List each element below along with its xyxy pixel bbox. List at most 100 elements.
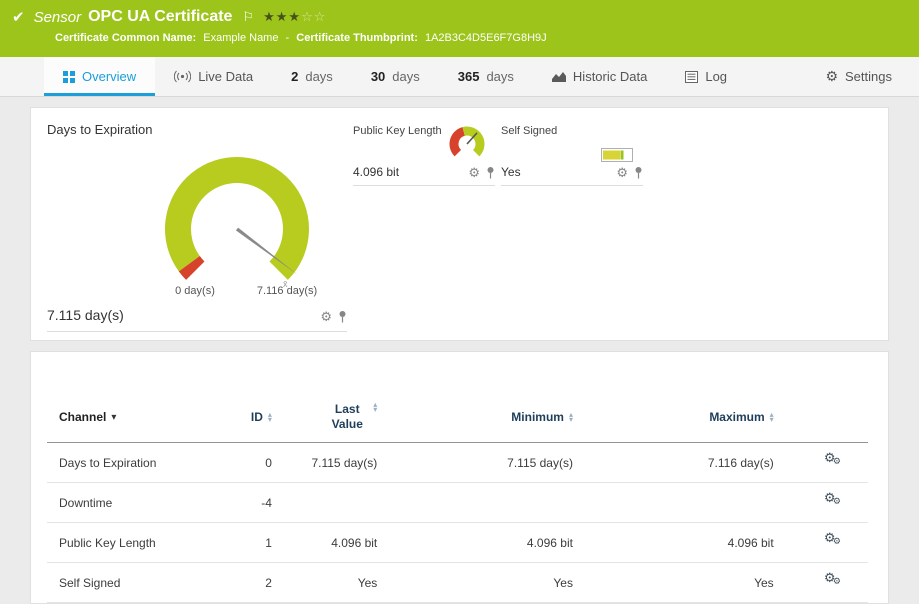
col-header-last-value[interactable]: Last Value ▴▾ — [296, 394, 401, 443]
thumbprint-label: Certificate Thumbprint: — [296, 32, 418, 44]
overview-grid-icon — [63, 71, 75, 83]
tab-label: days — [392, 69, 419, 84]
col-header-actions — [798, 394, 868, 443]
channel-last-value — [296, 483, 401, 523]
channel-minimum: 7.115 day(s) — [401, 443, 597, 483]
channel-name: Downtime — [47, 483, 218, 523]
col-label: Maximum — [709, 410, 764, 424]
tab-label: Historic Data — [573, 69, 647, 84]
table-row: Self Signed 2 Yes Yes Yes ⚙⚙ — [47, 563, 868, 603]
tab-log[interactable]: Log — [666, 57, 746, 96]
gauge-days-to-expiration: Days to Expiration x̄ 0 day(s) 7.116 day… — [47, 122, 347, 332]
channel-maximum: Yes — [597, 563, 798, 603]
gauge-value: Yes — [501, 165, 521, 179]
channel-minimum: Yes — [401, 563, 597, 603]
sensor-header-line1: ✔ Sensor OPC UA Certificate ⚐ ★★★☆☆ — [0, 0, 919, 26]
stars-filled: ★★★ — [263, 9, 301, 24]
tab-overview[interactable]: Overview — [44, 57, 155, 96]
pin-icon[interactable] — [634, 166, 643, 179]
gauge-title: Days to Expiration — [47, 122, 347, 137]
gauge-footer: 4.096 bit ⚙ — [353, 165, 495, 186]
sort-icon: ▴▾ — [569, 412, 573, 422]
log-list-icon — [685, 71, 698, 83]
channel-last-value: Yes — [296, 563, 401, 603]
sort-active-icon: ▾ — [111, 412, 116, 423]
stars-empty: ☆☆ — [301, 9, 326, 24]
tab-settings[interactable]: ⚙ Settings — [806, 57, 911, 96]
sensor-overview-page: ✔ Sensor OPC UA Certificate ⚐ ★★★☆☆ Cert… — [0, 0, 919, 571]
tab-label: Overview — [82, 69, 136, 84]
sort-icon: ▴▾ — [770, 412, 774, 422]
channel-minimum — [401, 483, 597, 523]
channel-name: Self Signed — [47, 563, 218, 603]
gauge-self-signed: Self Signed Yes ⚙ — [501, 122, 643, 186]
tab-365-days[interactable]: 365 days — [439, 57, 533, 96]
common-name-label: Certificate Common Name: — [55, 32, 196, 44]
gauge-title: Self Signed — [501, 122, 643, 137]
tab-number: 30 — [371, 69, 385, 84]
pin-icon[interactable] — [486, 166, 495, 179]
gauge-value: 7.115 day(s) — [47, 307, 124, 323]
self-signed-indicator — [601, 148, 633, 162]
table-header-row: Channel ▾ ID ▴▾ Last Val — [47, 394, 868, 443]
tab-2-days[interactable]: 2 days — [272, 57, 352, 96]
gauge-value: 4.096 bit — [353, 165, 399, 179]
channel-maximum: 7.116 day(s) — [597, 443, 798, 483]
channel-name: Public Key Length — [47, 523, 218, 563]
public-key-gauge-dial — [445, 124, 489, 162]
tab-number: 365 — [458, 69, 480, 84]
channel-id: 0 — [218, 443, 296, 483]
col-label: Minimum — [511, 410, 564, 424]
pin-icon[interactable] — [338, 310, 347, 323]
channel-settings-icon[interactable]: ⚙ — [468, 166, 480, 179]
col-header-maximum[interactable]: Maximum ▴▾ — [597, 394, 798, 443]
sort-icon: ▴▾ — [268, 412, 272, 422]
channel-id: 1 — [218, 523, 296, 563]
priority-flag-icon[interactable]: ⚐ — [242, 9, 254, 25]
gauge-footer: 7.115 day(s) ⚙ — [47, 307, 347, 332]
page-title: OPC UA Certificate — [88, 8, 232, 26]
channel-id: -4 — [218, 483, 296, 523]
tab-label: Live Data — [198, 69, 253, 84]
col-header-minimum[interactable]: Minimum ▴▾ — [401, 394, 597, 443]
sort-icon: ▴▾ — [373, 402, 377, 412]
channel-name: Days to Expiration — [47, 443, 218, 483]
gauge-min-label: 0 day(s) — [175, 285, 215, 297]
channel-settings-icon[interactable]: ⚙⚙ — [823, 533, 843, 549]
tab-bar: Overview Live Data 2 days 30 days 365 da… — [0, 57, 919, 97]
priority-stars[interactable]: ★★★☆☆ — [263, 9, 326, 25]
days-gauge-dial: x̄ — [137, 137, 337, 307]
channels-panel: Channel ▾ ID ▴▾ Last Val — [30, 351, 889, 604]
channel-settings-icon[interactable]: ⚙⚙ — [823, 493, 843, 509]
sensor-kind-label: Sensor — [34, 9, 82, 26]
tab-historic-data[interactable]: Historic Data — [533, 57, 666, 96]
sensor-subtitle: Certificate Common Name: Example Name - … — [0, 26, 919, 44]
channel-id: 2 — [218, 563, 296, 603]
days-gauge-area: x̄ 0 day(s) 7.116 day(s) — [47, 137, 347, 305]
subtitle-separator: - — [286, 32, 290, 44]
table-row: Days to Expiration 0 7.115 day(s) 7.115 … — [47, 443, 868, 483]
tab-label: days — [305, 69, 332, 84]
channel-last-value: 4.096 bit — [296, 523, 401, 563]
tab-live-data[interactable]: Live Data — [155, 57, 272, 96]
channel-settings-icon[interactable]: ⚙⚙ — [823, 453, 843, 469]
channel-maximum — [597, 483, 798, 523]
broadcast-icon — [174, 70, 191, 83]
table-row: Public Key Length 1 4.096 bit 4.096 bit … — [47, 523, 868, 563]
col-label: ID — [251, 410, 263, 424]
gauge-public-key-length: Public Key Length 4.096 bit ⚙ — [353, 122, 495, 186]
tab-label: Log — [705, 69, 727, 84]
channel-settings-icon[interactable]: ⚙⚙ — [823, 573, 843, 589]
tab-number: 2 — [291, 69, 298, 84]
col-label: Last Value — [326, 402, 368, 432]
col-header-channel[interactable]: Channel ▾ — [47, 394, 218, 443]
main-content: Days to Expiration x̄ 0 day(s) 7.116 day… — [0, 97, 919, 604]
channel-settings-icon[interactable]: ⚙ — [616, 166, 628, 179]
sensor-header: ✔ Sensor OPC UA Certificate ⚐ ★★★☆☆ Cert… — [0, 0, 919, 57]
status-ok-icon: ✔ — [12, 8, 25, 26]
gauges-panel: Days to Expiration x̄ 0 day(s) 7.116 day… — [30, 107, 889, 341]
common-name-value: Example Name — [203, 32, 278, 44]
col-header-id[interactable]: ID ▴▾ — [218, 394, 296, 443]
channel-settings-icon[interactable]: ⚙ — [320, 310, 332, 323]
tab-30-days[interactable]: 30 days — [352, 57, 439, 96]
